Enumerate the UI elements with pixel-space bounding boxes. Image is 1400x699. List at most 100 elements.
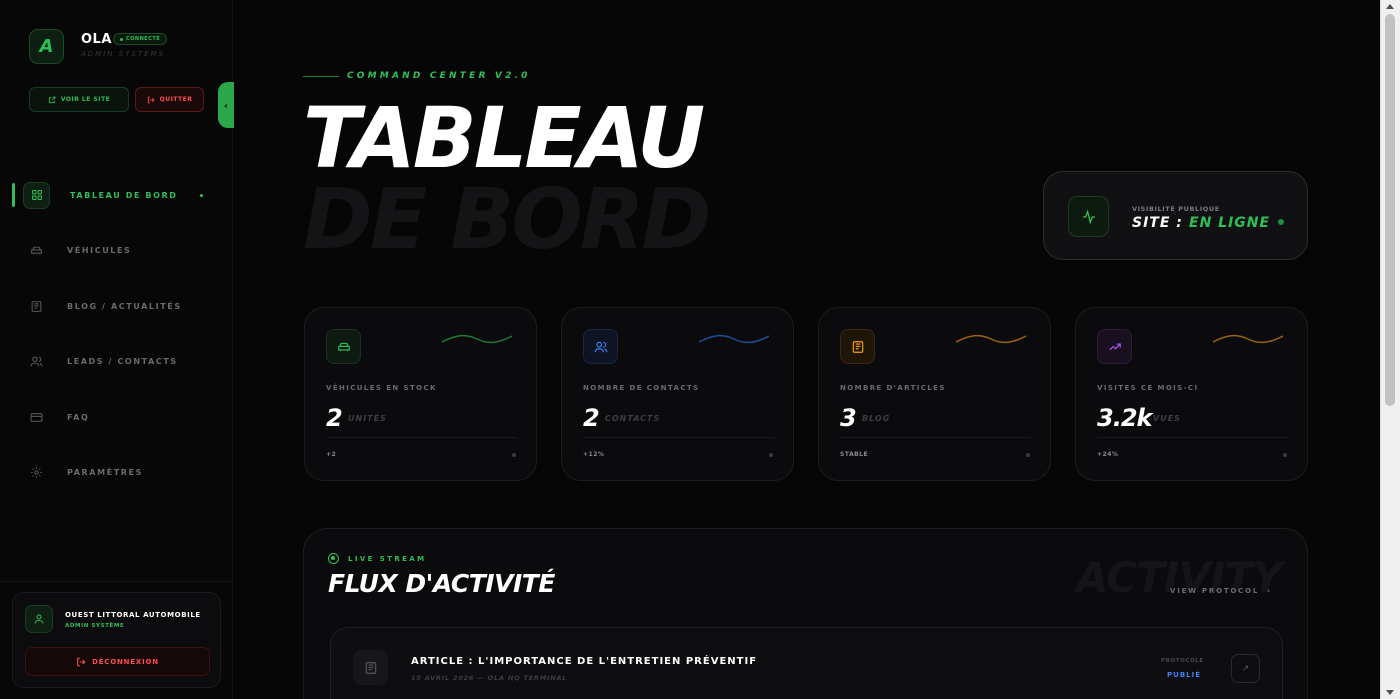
newspaper-icon [840, 329, 875, 364]
sparkline [442, 334, 512, 344]
stat-label: NOMBRE DE CONTACTS [583, 384, 700, 392]
user-icon [34, 614, 44, 624]
logout-button[interactable]: DÉCONNEXION [25, 647, 210, 676]
quit-button[interactable]: QUITTER [135, 87, 204, 112]
avatar [25, 605, 53, 633]
feed-title: FLUX D'ACTIVITÉ [328, 569, 555, 598]
sidebar-item-faq[interactable]: FAQ [0, 402, 233, 432]
brand-logo: A [29, 29, 64, 64]
status-dot [120, 37, 123, 41]
visibility-status: EN LIGNE [1189, 215, 1271, 231]
logout-icon [147, 96, 155, 103]
users-icon [28, 353, 45, 370]
visibility-site-label: SITE : [1132, 215, 1183, 231]
live-stream-label: LIVE STREAM [348, 555, 427, 563]
sparkline [1213, 334, 1283, 344]
user-name: OUEST LITTORAL AUTOMOBILE [65, 611, 201, 619]
sidebar-item-settings[interactable]: PARAMÈTRES [0, 457, 233, 487]
trending-up-icon [1097, 329, 1132, 364]
divider [326, 437, 517, 438]
stat-trend: +24% [1097, 451, 1119, 458]
active-dot [200, 193, 203, 197]
sidebar-item-dashboard[interactable]: TABLEAU DE BORD [0, 180, 233, 210]
sidebar-item-label: PARAMÈTRES [67, 467, 143, 477]
divider [583, 437, 774, 438]
connection-status-badge: CONNECTÉ [113, 33, 168, 45]
stat-unit: BLOG [862, 414, 891, 423]
stat-trend: +12% [583, 451, 605, 458]
gear-icon [28, 464, 45, 481]
users-icon [583, 329, 618, 364]
sidebar-item-label: BLOG / ACTUALITÉS [67, 301, 182, 311]
stat-label: NOMBRE D'ARTICLES [840, 384, 946, 392]
user-role: ADMIN SYSTÈME [65, 623, 125, 629]
page-scrollbar[interactable] [1380, 0, 1400, 699]
collapse-sidebar-button[interactable]: ‹ [218, 82, 234, 128]
activity-title: ARTICLE : L'IMPORTANCE DE L'ENTRETIEN PR… [411, 656, 758, 667]
view-site-label: VOIR LE SITE [60, 96, 111, 103]
logout-icon [77, 657, 86, 666]
external-link-icon [48, 96, 56, 103]
status-dot [1026, 453, 1030, 457]
stat-card-visits[interactable]: VISITES CE MOIS-CI 3.2k VUES +24% [1075, 307, 1308, 481]
sparkline [699, 334, 769, 344]
sidebar-item-label: TABLEAU DE BORD [70, 190, 178, 200]
kicker-line [303, 76, 339, 77]
activity-feed: LIVE STREAM ACTIVITY FLUX D'ACTIVITÉ VIE… [303, 528, 1308, 699]
status-label: CONNECTÉ [126, 36, 161, 42]
car-icon [326, 329, 361, 364]
stat-value: 2 [326, 404, 343, 432]
stat-value: 3 [840, 404, 857, 432]
chevron-right-icon: › [1267, 587, 1272, 595]
newspaper-icon [28, 298, 45, 315]
sidebar-item-label: FAQ [67, 412, 90, 422]
sparkline [956, 334, 1026, 344]
scroll-thumb[interactable] [1385, 14, 1395, 406]
online-dot [1278, 219, 1284, 225]
stat-value: 2 [583, 404, 600, 432]
sidebar: A OLA CONNECTÉ ADMIN SYSTEMS VOIR LE SIT… [0, 0, 234, 699]
protocol-label: PROTOCOLE [1161, 658, 1204, 664]
sidebar-item-leads[interactable]: LEADS / CONTACTS [0, 346, 233, 376]
brand-logo-letter: A [39, 36, 54, 57]
sidebar-item-blog[interactable]: BLOG / ACTUALITÉS [0, 291, 233, 321]
stat-trend: +2 [326, 451, 337, 458]
stat-trend: STABLE [840, 451, 869, 458]
logout-label: DÉCONNEXION [92, 657, 159, 666]
divider [840, 437, 1031, 438]
status-badge: PUBLIÉ [1167, 671, 1201, 679]
status-dot [512, 453, 516, 457]
arrow-up-right-icon: ↗ [1241, 663, 1250, 674]
open-item-button[interactable]: ↗ [1231, 654, 1260, 683]
stat-label: VISITES CE MOIS-CI [1097, 384, 1199, 392]
car-icon [28, 242, 45, 259]
header-kicker: COMMAND CENTER V2.0 [347, 71, 531, 81]
stat-card-vehicles[interactable]: VÉHICULES EN STOCK 2 UNITÉS +2 [304, 307, 537, 481]
view-site-button[interactable]: VOIR LE SITE [29, 87, 129, 112]
activity-item[interactable]: ARTICLE : L'IMPORTANCE DE L'ENTRETIEN PR… [330, 627, 1283, 699]
visibility-label: VISIBILITÉ PUBLIQUE [1132, 205, 1220, 213]
status-dot [769, 453, 773, 457]
stat-card-articles[interactable]: NOMBRE D'ARTICLES 3 BLOG STABLE [818, 307, 1051, 481]
stat-label: VÉHICULES EN STOCK [326, 384, 437, 392]
sidebar-item-vehicles[interactable]: VÉHICULES [0, 235, 233, 265]
view-protocol-link[interactable]: VIEW PROTOCOL › [1170, 587, 1272, 595]
page-title: TABLEAU [303, 89, 705, 187]
status-dot [1283, 453, 1287, 457]
grid-icon [23, 181, 50, 209]
stat-unit: CONTACTS [605, 414, 661, 423]
newspaper-icon [353, 650, 388, 685]
chevron-left-icon: ‹ [223, 98, 229, 112]
scroll-down-arrow-icon[interactable] [1386, 690, 1394, 695]
user-card: OUEST LITTORAL AUTOMOBILE ADMIN SYSTÈME … [12, 592, 221, 688]
page-title-shadow: DE BORD [303, 170, 711, 268]
activity-meta: 15 AVRIL 2026 — OLA HQ TERMINAL [411, 674, 568, 682]
stat-unit: UNITÉS [348, 414, 387, 423]
stat-card-contacts[interactable]: NOMBRE DE CONTACTS 2 CONTACTS +12% [561, 307, 794, 481]
card-icon [28, 409, 45, 426]
app-root: A OLA CONNECTÉ ADMIN SYSTEMS VOIR LE SIT… [0, 0, 1400, 699]
scroll-up-arrow-icon[interactable] [1386, 4, 1394, 9]
activity-icon [1068, 196, 1109, 237]
brand-name: OLA [81, 32, 112, 47]
active-indicator [12, 183, 15, 207]
